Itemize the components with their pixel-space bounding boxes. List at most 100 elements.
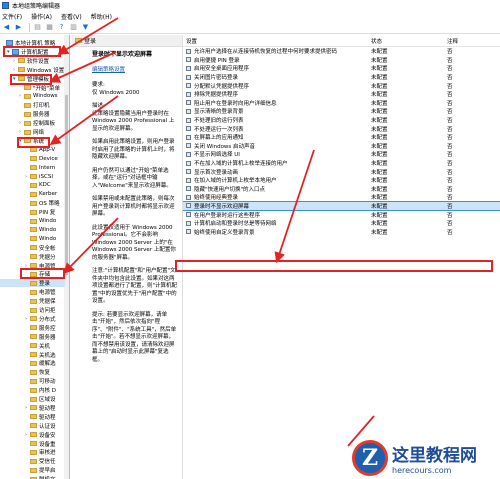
tree-item[interactable]: 凭据保	[0, 297, 65, 305]
tree-item[interactable]: 访问拒	[0, 306, 65, 314]
tree-item[interactable]: 区域设	[0, 395, 65, 403]
tree-item[interactable]: 服务器	[0, 110, 65, 118]
policy-row[interactable]: 在用户登录时运行这些程序 未配置 否	[183, 210, 500, 219]
tree-item[interactable]: "开始"菜单	[0, 84, 65, 92]
tree-item[interactable]: PIN 复	[0, 208, 65, 216]
tree-item[interactable]: 安全帐	[0, 244, 65, 252]
policy-row[interactable]: 排除凭据提供程序 未配置 否	[183, 90, 500, 99]
tree-item[interactable]: › Windows	[0, 92, 65, 100]
export-list-icon[interactable]: ▦	[45, 23, 54, 32]
policy-row[interactable]: 在屏幕上的应用通知 未配置 否	[183, 133, 500, 142]
policy-row[interactable]: 启用便捷 PIN 登录 未配置 否	[183, 56, 500, 65]
tree-item[interactable]: 认证设	[0, 422, 65, 430]
show-hide-tree-icon[interactable]: ▤	[33, 23, 42, 32]
policy-setting-name: 排除凭据提供程序	[194, 92, 239, 99]
tree-item[interactable]: KDC	[0, 181, 65, 189]
tree-item[interactable]: 关机选	[0, 351, 65, 359]
policy-row[interactable]: 阻止用户在登录时向用户详细信息 未配置 否	[183, 99, 500, 108]
policy-row[interactable]: 始终使用自定义登录背景 未配置 否	[183, 227, 500, 236]
tree-item[interactable]: Windo	[0, 217, 65, 225]
policy-row[interactable]: 允许用户选择在从连接待机恢复的过程中何时要求提供密码 未配置 否	[183, 47, 500, 56]
column-header-state[interactable]: 状态	[371, 37, 447, 45]
policy-row[interactable]: 不处理运行一次列表 未配置 否	[183, 124, 500, 133]
policy-row[interactable]: 不显示网络选择 UI 未配置 否	[183, 150, 500, 159]
tree-item[interactable]: ▾ 计算机配置	[0, 48, 65, 56]
policy-row[interactable]: 登录时不显示欢迎屏幕 未配置 否	[183, 200, 500, 212]
tree-item[interactable]: 设备重	[0, 440, 65, 448]
policy-row[interactable]: 始终使用经典登录 未配置 否	[183, 193, 500, 202]
policy-row[interactable]: 启用安全桌面应用程序 未配置 否	[183, 64, 500, 73]
policy-tree[interactable]: 本地计算机 策略 ▾ 计算机配置 › 软件设置 › Windows 设置 ▾ 管理模板 "开始"菜…	[0, 35, 70, 479]
tree-item[interactable]: 服务器	[0, 333, 65, 341]
column-header-setting[interactable]: 设置	[183, 37, 371, 45]
tree-item-label: Windo	[39, 218, 57, 224]
tree-item[interactable]: 内核 D	[0, 386, 65, 394]
tree-item[interactable]: 缓解选	[0, 359, 65, 367]
tree-item[interactable]: App-V	[0, 146, 65, 154]
menu-action[interactable]: 操作(A)	[31, 12, 52, 21]
policy-row[interactable]: 关闭 Windows 启动声音 未配置 否	[183, 142, 500, 151]
tree-item[interactable]: › 软件设置	[0, 57, 65, 65]
folder-icon	[18, 58, 25, 64]
tree-item[interactable]: ▾ 管理模板	[0, 75, 65, 83]
forward-arrow-icon[interactable]: ▶	[14, 23, 23, 32]
policy-row[interactable]: 在加入域的计算机上枚举本地用户 未配置 否	[183, 176, 500, 185]
tree-item[interactable]: 凭据分	[0, 253, 65, 261]
tree-item[interactable]: › 驱动程	[0, 404, 65, 412]
tree-item[interactable]: › 设备安	[0, 431, 65, 439]
policy-setting-icon	[186, 134, 191, 140]
tree-item[interactable]: Windo	[0, 235, 65, 243]
tree-item[interactable]: › 网络	[0, 128, 65, 136]
tree-item[interactable]: › 电源管	[0, 262, 65, 270]
policy-state: 未配置	[371, 169, 388, 176]
menu-help[interactable]: 帮助(H)	[91, 12, 112, 21]
tree-item[interactable]: 本地计算机 策略	[0, 39, 65, 47]
tree-item[interactable]: › Windows 设置	[0, 66, 65, 74]
policy-row[interactable]: 关闭图片密码登录 未配置 否	[183, 73, 500, 82]
column-header-note[interactable]: 注释	[447, 37, 497, 45]
tree-item[interactable]: 恢复	[0, 368, 65, 376]
policy-row[interactable]: 计算机启动和登录时总是等待网络 未配置 否	[183, 219, 500, 228]
tree-item[interactable]: 受信任	[0, 457, 65, 465]
tree-item[interactable]: Intern	[0, 164, 65, 172]
policy-row[interactable]: 显示清晰的登录背景 未配置 否	[183, 107, 500, 116]
tree-item[interactable]: OS 策略	[0, 199, 65, 207]
policy-note: 否	[447, 195, 453, 202]
edit-policy-link[interactable]: 编辑策略设置	[92, 67, 178, 75]
menu-view[interactable]: 查看(V)	[61, 12, 82, 21]
tree-item[interactable]: 关机	[0, 342, 65, 350]
policy-setting-name: 阻止用户在登录时向用户详细信息	[194, 100, 277, 107]
tree-item[interactable]: 登录	[0, 279, 65, 288]
policy-row[interactable]: 分配默认凭据提供程序 未配置 否	[183, 81, 500, 90]
policy-row[interactable]: 显示首次登录动画 未配置 否	[183, 167, 500, 176]
tree-item[interactable]: Device	[0, 155, 65, 163]
folder-icon	[30, 245, 37, 251]
tree-item[interactable]: 驱动程	[0, 413, 65, 421]
back-arrow-icon[interactable]: ◀	[2, 23, 11, 32]
policy-row[interactable]: 不在加入域的计算机上枚举连接的用户 未配置 否	[183, 159, 500, 168]
tree-item[interactable]: 提早启	[0, 466, 65, 474]
policy-row[interactable]: 隐藏"快速用户切换"的入口点 未配置 否	[183, 185, 500, 194]
help-icon[interactable]: ?	[57, 23, 66, 32]
tree-item[interactable]: › iSCSI	[0, 173, 65, 181]
tree-item[interactable]: 审核进	[0, 448, 65, 456]
menu-file[interactable]: 文件(F)	[2, 12, 22, 21]
tree-item[interactable]: 电源管	[0, 288, 65, 296]
filter-icon[interactable]: ▼	[81, 23, 90, 32]
tree-item[interactable]: 可移动	[0, 377, 65, 385]
tree-scrollbar-thumb[interactable]	[65, 95, 68, 275]
properties-icon[interactable]: ▥	[69, 23, 78, 32]
tree-item[interactable]: 脱机文	[0, 475, 65, 479]
policy-row[interactable]: 不处理旧的运行列表 未配置 否	[183, 116, 500, 125]
policy-note: 否	[447, 118, 453, 125]
policy-note: 否	[447, 212, 453, 219]
tree-item[interactable]: 打印机	[0, 101, 65, 109]
tree-item[interactable]: Kerber	[0, 190, 65, 198]
tree-item[interactable]: 服务控	[0, 324, 65, 332]
tree-item[interactable]: Windo	[0, 226, 65, 234]
tree-item[interactable]: › 分布式	[0, 315, 65, 323]
tree-item[interactable]: 存储	[0, 270, 65, 278]
folder-icon	[30, 343, 37, 349]
tree-item[interactable]: › 控制面板	[0, 119, 65, 127]
tree-item[interactable]: ▾ 系统	[0, 137, 65, 145]
